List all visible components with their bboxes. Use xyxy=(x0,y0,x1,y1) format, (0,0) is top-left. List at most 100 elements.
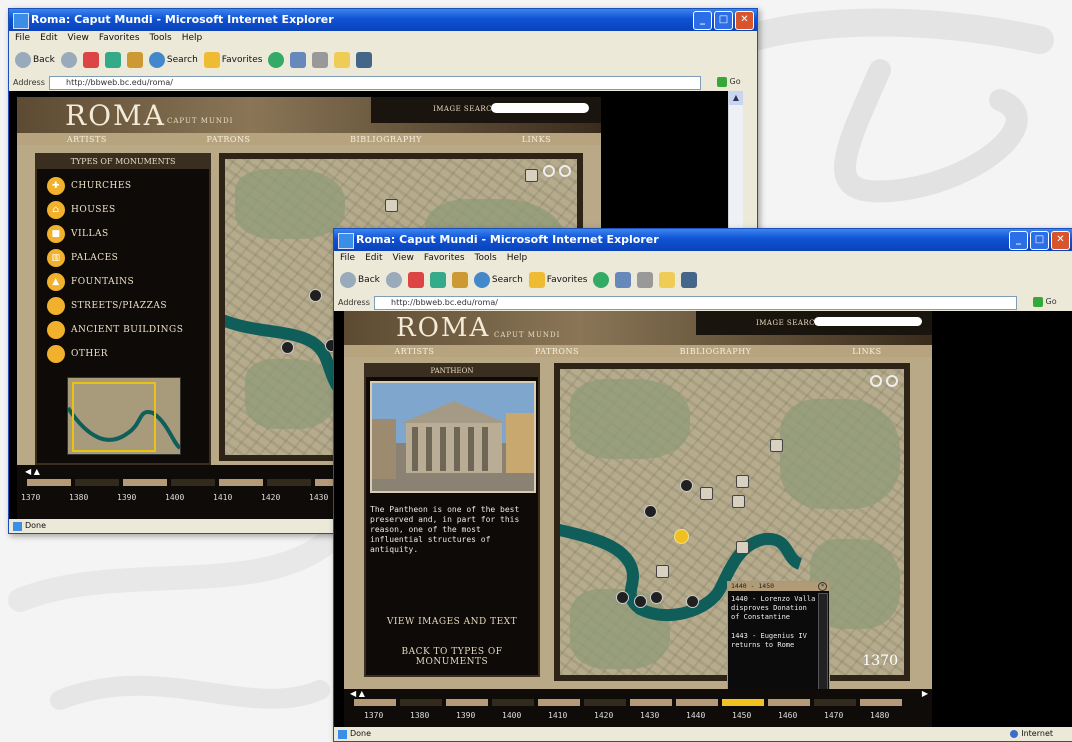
nav-artists[interactable]: ARTISTS xyxy=(67,135,107,144)
title-bar[interactable]: Roma: Caput Mundi - Microsoft Internet E… xyxy=(334,229,1072,251)
menu-edit[interactable]: Edit xyxy=(40,31,57,45)
monument-pin[interactable] xyxy=(736,475,749,488)
timeline-segment[interactable] xyxy=(267,479,311,486)
menu-edit[interactable]: Edit xyxy=(365,251,382,265)
menu-favorites[interactable]: Favorites xyxy=(424,251,465,265)
timeline-event-popup[interactable]: 1440 - 1450 × 1440 - Lorenzo Valla dispr… xyxy=(727,581,830,695)
timeline-segment[interactable] xyxy=(630,699,672,706)
mail-icon[interactable] xyxy=(290,51,307,68)
refresh-icon[interactable] xyxy=(429,271,446,288)
zoom-out-icon[interactable] xyxy=(559,165,571,177)
monument-houses[interactable]: ⌂ HOUSES xyxy=(47,201,116,219)
go-button[interactable]: Go xyxy=(717,76,753,88)
timeline-segment[interactable] xyxy=(400,699,442,706)
nav-links[interactable]: LINKS xyxy=(852,347,881,356)
address-input[interactable]: http://bbweb.bc.edu/roma/ xyxy=(374,296,1017,310)
monument-pin[interactable] xyxy=(736,541,749,554)
discuss-icon[interactable] xyxy=(356,51,373,68)
address-input[interactable]: http://bbweb.bc.edu/roma/ xyxy=(49,76,701,90)
pantheon-pin-selected[interactable] xyxy=(674,529,689,544)
monument-pin[interactable] xyxy=(770,439,783,452)
minimize-button[interactable]: _ xyxy=(1009,231,1028,250)
minimize-button[interactable]: _ xyxy=(693,11,712,30)
menu-view[interactable]: View xyxy=(68,31,89,45)
media-icon[interactable] xyxy=(268,51,285,68)
monument-pin[interactable] xyxy=(686,595,699,608)
browser-window-front[interactable]: Roma: Caput Mundi - Microsoft Internet E… xyxy=(333,228,1072,742)
back-button[interactable]: Back xyxy=(15,51,55,68)
search-button[interactable]: Search xyxy=(148,51,198,68)
menu-favorites[interactable]: Favorites xyxy=(99,31,140,45)
nav-bibliography[interactable]: BIBLIOGRAPHY xyxy=(350,135,422,144)
scroll-up-icon[interactable]: ▲ xyxy=(729,91,743,105)
close-button[interactable]: ✕ xyxy=(735,11,754,30)
monument-palaces[interactable]: ▥ PALACES xyxy=(47,249,118,267)
timeline-segment[interactable] xyxy=(123,479,167,486)
timeline-segment[interactable] xyxy=(171,479,215,486)
home-icon[interactable] xyxy=(451,271,468,288)
menu-file[interactable]: File xyxy=(340,251,355,265)
timeline-segment[interactable] xyxy=(584,699,626,706)
forward-arrow-icon[interactable] xyxy=(385,271,402,288)
back-to-types-link[interactable]: BACK TO TYPES OF MONUMENTS xyxy=(366,647,538,667)
timeline-start-marker[interactable]: ◀ ▲ xyxy=(25,467,40,476)
monument-pin[interactable] xyxy=(309,289,322,302)
nav-links[interactable]: LINKS xyxy=(522,135,551,144)
timeline-segment[interactable] xyxy=(492,699,534,706)
title-bar[interactable]: Roma: Caput Mundi - Microsoft Internet E… xyxy=(9,9,757,31)
monument-pin[interactable] xyxy=(385,199,398,212)
menu-file[interactable]: File xyxy=(15,31,30,45)
zoom-in-icon[interactable] xyxy=(870,375,882,387)
timeline-segment[interactable] xyxy=(814,699,856,706)
timeline-segment[interactable] xyxy=(676,699,718,706)
timeline-segment[interactable] xyxy=(446,699,488,706)
nav-patrons[interactable]: PATRONS xyxy=(207,135,251,144)
media-icon[interactable] xyxy=(593,271,610,288)
go-button[interactable]: Go xyxy=(1033,296,1069,308)
popup-scrollbar[interactable] xyxy=(818,593,828,693)
timeline-segment[interactable] xyxy=(538,699,580,706)
timeline[interactable]: ◀ ▲ ▶ 1370 1380 1390 1400 1410 1420 1430… xyxy=(344,689,932,727)
favorites-button[interactable]: Favorites xyxy=(203,51,262,68)
monument-pin[interactable] xyxy=(656,565,669,578)
monument-streets-piazzas[interactable]: STREETS/PIAZZAS xyxy=(47,297,167,315)
monument-ancient-buildings[interactable]: ANCIENT BUILDINGS xyxy=(47,321,183,339)
monument-pin[interactable] xyxy=(525,169,538,182)
print-icon[interactable] xyxy=(637,271,654,288)
site-logo[interactable]: ROMA xyxy=(65,99,166,132)
timeline-end-marker[interactable]: ▶ xyxy=(922,689,928,698)
monument-villas[interactable]: ■ VILLAS xyxy=(47,225,109,243)
monument-other[interactable]: OTHER xyxy=(47,345,108,363)
timeline-segment[interactable] xyxy=(75,479,119,486)
minimap-viewport-frame[interactable] xyxy=(72,382,156,452)
stop-icon[interactable] xyxy=(82,51,99,68)
menu-tools[interactable]: Tools xyxy=(475,251,497,265)
timeline-segment[interactable] xyxy=(219,479,263,486)
edit-icon[interactable] xyxy=(334,51,351,68)
close-button[interactable]: ✕ xyxy=(1051,231,1070,250)
nav-patrons[interactable]: PATRONS xyxy=(535,347,579,356)
maximize-button[interactable]: □ xyxy=(1030,231,1049,250)
search-button[interactable]: Search xyxy=(473,271,523,288)
monument-pin[interactable] xyxy=(616,591,629,604)
maximize-button[interactable]: □ xyxy=(714,11,733,30)
monument-churches[interactable]: ✚ CHURCHES xyxy=(47,177,132,195)
timeline-segment[interactable] xyxy=(354,699,396,706)
monument-pin[interactable] xyxy=(680,479,693,492)
image-search-input[interactable] xyxy=(814,317,922,326)
monument-pin[interactable] xyxy=(644,505,657,518)
mail-icon[interactable] xyxy=(615,271,632,288)
monument-pin[interactable] xyxy=(650,591,663,604)
menu-help[interactable]: Help xyxy=(182,31,203,45)
stop-icon[interactable] xyxy=(407,271,424,288)
menu-tools[interactable]: Tools xyxy=(150,31,172,45)
monument-pin[interactable] xyxy=(634,595,647,608)
favorites-button[interactable]: Favorites xyxy=(528,271,587,288)
popup-close-icon[interactable]: × xyxy=(818,582,827,591)
print-icon[interactable] xyxy=(312,51,329,68)
monument-fountains[interactable]: ▲ FOUNTAINS xyxy=(47,273,134,291)
refresh-icon[interactable] xyxy=(104,51,121,68)
discuss-icon[interactable] xyxy=(681,271,698,288)
back-button[interactable]: Back xyxy=(340,271,380,288)
zoom-in-icon[interactable] xyxy=(543,165,555,177)
